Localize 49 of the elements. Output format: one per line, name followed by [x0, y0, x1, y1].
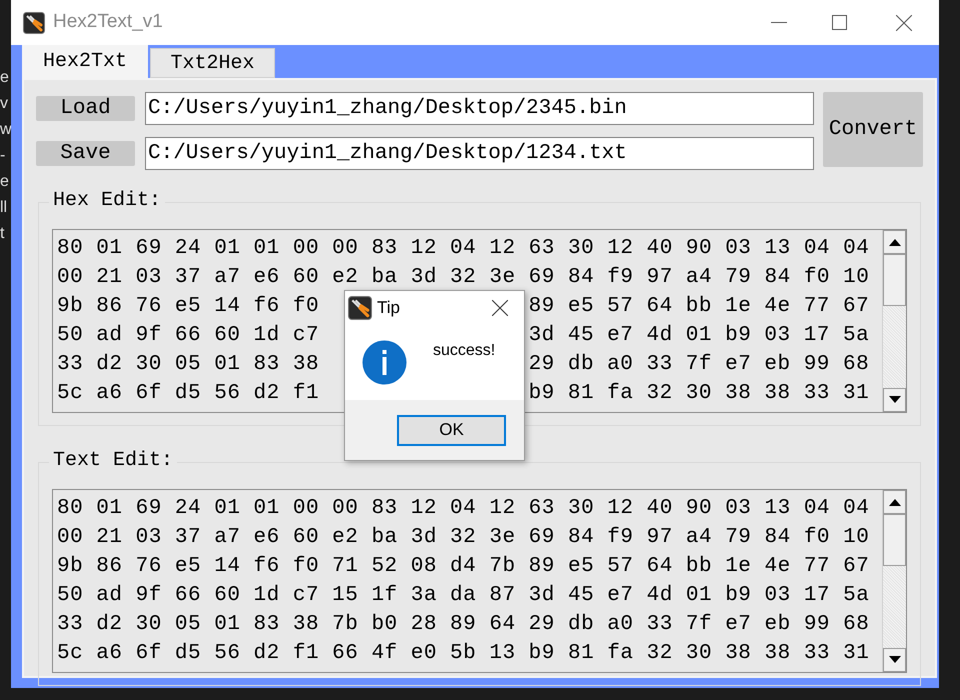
hex-line: 5c a6 6f d5 56 d2 f1 66 4f e0 5b 13 b9 81 fa 32 30 38 38 33 31 [57, 641, 870, 667]
scroll-thumb[interactable] [883, 254, 906, 306]
hex-line: 9b 86 76 e5 14 f6 f0 [57, 294, 320, 320]
minimize-icon[interactable] [771, 22, 787, 24]
pliers-icon [348, 296, 372, 320]
hex-line: 80 01 69 24 01 01 00 00 83 12 04 12 63 30 12 40 90 03 13 04 04 [57, 236, 870, 262]
tab[interactable]: Hex2Txt [22, 45, 148, 78]
background-text: - [0, 148, 6, 164]
scroll-up-arrow-icon[interactable] [888, 238, 901, 246]
path-field[interactable]: C:/Users/yuyin1_zhang/Desktop/1234.txt [145, 137, 814, 170]
dialog-message: success! [433, 340, 496, 360]
maximize-icon[interactable] [832, 15, 846, 30]
hex-line: 29 db a0 33 7f e7 eb 99 68 [528, 352, 870, 378]
info-icon [362, 340, 407, 385]
background-text: t [0, 226, 6, 242]
hex-line: b9 81 fa 32 30 38 38 33 31 [528, 381, 870, 407]
scroll-down-arrow-icon[interactable] [888, 396, 901, 404]
hex-line: 00 21 03 37 a7 e6 60 e2 ba 3d 32 3e 69 84 f9 97 a4 79 84 f0 10 [57, 265, 870, 291]
ok-button[interactable]: OK [397, 414, 506, 446]
window-title: Hex2Text_v1 [53, 10, 163, 34]
scroll-up-arrow-icon[interactable] [888, 498, 901, 506]
scrollbar[interactable] [882, 230, 906, 412]
hex-line: 5c a6 6f d5 56 d2 f1 [57, 381, 320, 407]
hex-line: 9b 86 76 e5 14 f6 f0 71 52 08 d4 7b 89 e5 57 64 bb 1e 4e 77 67 [57, 554, 870, 580]
background-text: v [0, 96, 9, 112]
hex-line: 50 ad 9f 66 60 1d c7 [57, 323, 320, 349]
close-icon[interactable] [896, 14, 912, 30]
scroll-down-arrow-icon[interactable] [888, 656, 901, 664]
pliers-icon [23, 12, 45, 34]
dialog-title: Tip [377, 297, 400, 320]
background-text: e [0, 70, 10, 86]
hex-line: 3d 45 e7 4d 01 b9 03 17 5a [528, 323, 870, 349]
file-button[interactable]: Save [36, 141, 135, 166]
hex-line: 50 ad 9f 66 60 1d c7 15 1f 3a da 87 3d 45 e7 4d 01 b9 03 17 5a [57, 583, 870, 609]
background-text: ll [0, 200, 8, 216]
background-text: w [0, 122, 11, 138]
hex-text-area[interactable] [52, 489, 907, 673]
hex-line: 80 01 69 24 01 01 00 00 83 12 04 12 63 30 12 40 90 03 13 04 04 [57, 496, 870, 522]
hex-line: 89 e5 57 64 bb 1e 4e 77 67 [528, 294, 870, 320]
convert-button[interactable]: Convert [823, 92, 923, 167]
background-text: e [0, 174, 10, 190]
file-button[interactable]: Load [36, 96, 135, 121]
hex-line: 33 d2 30 05 01 83 38 7b b0 28 89 64 29 db a0 33 7f e7 eb 99 68 [57, 612, 870, 638]
hex-line: 00 21 03 37 a7 e6 60 e2 ba 3d 32 3e 69 84 f9 97 a4 79 84 f0 10 [57, 525, 870, 551]
scrollbar[interactable] [882, 490, 906, 672]
hex-line: 33 d2 30 05 01 83 38 [57, 352, 320, 378]
path-field[interactable]: C:/Users/yuyin1_zhang/Desktop/2345.bin [145, 92, 814, 125]
tab[interactable]: Txt2Hex [150, 48, 275, 78]
scroll-thumb[interactable] [883, 514, 906, 566]
